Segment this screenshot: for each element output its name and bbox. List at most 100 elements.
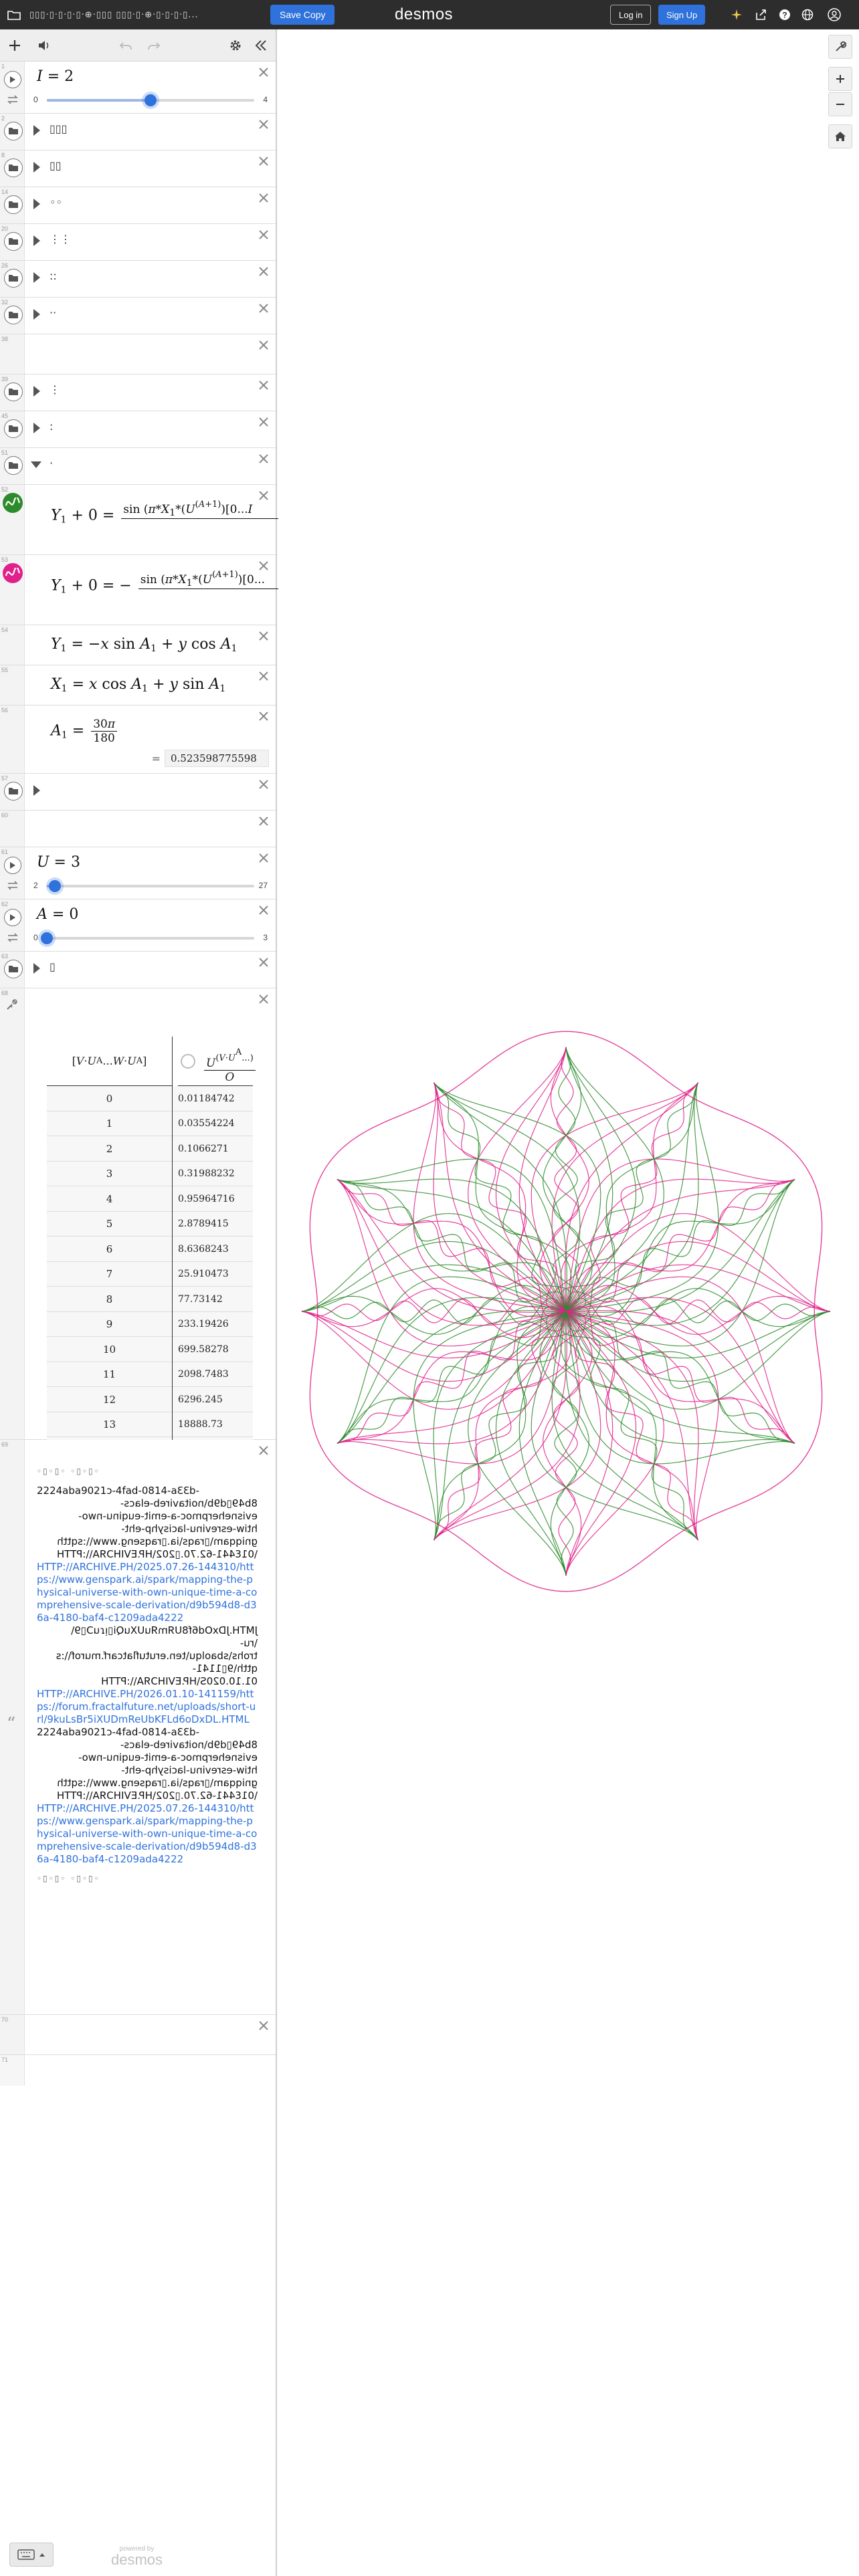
loop-icon[interactable] — [6, 95, 19, 104]
graph-list-button[interactable] — [7, 0, 21, 29]
table-cell[interactable]: 77.73142 — [178, 1287, 253, 1312]
expression-row-53[interactable]: 53 Y1 + 0 = − sin (π*X1*(U(A+1))[0... — [0, 555, 286, 625]
close-icon[interactable] — [257, 118, 270, 131]
close-icon[interactable] — [257, 669, 270, 683]
folder-row-63[interactable]: 63 ▯ — [0, 952, 276, 988]
table-row[interactable]: 10 699.58278 — [47, 1337, 253, 1362]
table-row[interactable]: 5 2.8789415 — [47, 1211, 253, 1237]
table-row[interactable]: 13 18888.73 — [47, 1412, 253, 1438]
close-icon[interactable] — [257, 815, 270, 828]
table-cell[interactable]: 5 — [47, 1211, 173, 1237]
expression-row-56[interactable]: 56 A1 = 30π 180 = 0.523598775598 — [0, 706, 276, 774]
folder-title[interactable]: :: — [50, 270, 57, 282]
table-header-col1[interactable]: U(V·UA...) O — [178, 1037, 256, 1086]
table-cell[interactable]: 25.910473 — [178, 1262, 253, 1287]
play-slider-button[interactable] — [4, 71, 21, 88]
table-row[interactable]: 2 0.1066271 — [47, 1136, 253, 1162]
table-cell[interactable]: 0.31988232 — [178, 1162, 253, 1187]
graph-color-icon-green[interactable] — [3, 493, 23, 513]
graph-title[interactable]: ▯▯▯·▯·▯·▯·▯·⊕·▯▯▯ ▯▯▯·▯·⊕·▯·▯·▯·▯... — [29, 10, 199, 20]
table-cell[interactable]: 2 — [47, 1136, 173, 1162]
graph-canvas[interactable] — [278, 29, 859, 2576]
table-row[interactable]: 8 77.73142 — [47, 1287, 253, 1312]
table-cell[interactable]: 6296.245 — [178, 1387, 253, 1412]
empty-expression-row-70[interactable]: 70 — [0, 2015, 276, 2055]
folder-title[interactable]: · — [50, 457, 53, 469]
equation-x1-rotation[interactable]: X1 = x cos A1 + y sin A1 — [51, 676, 225, 694]
table-cell[interactable]: 699.58278 — [178, 1337, 253, 1362]
folder-row-2[interactable]: 2 ▯▯▯ — [0, 114, 276, 150]
close-icon[interactable] — [257, 992, 270, 1006]
close-icon[interactable] — [257, 956, 270, 969]
signup-button[interactable]: Sign Up — [658, 5, 706, 25]
close-icon[interactable] — [257, 302, 270, 315]
table-cell[interactable]: 0.03554224 — [178, 1111, 253, 1137]
close-icon[interactable] — [257, 778, 270, 791]
table-cell[interactable]: 11 — [47, 1362, 173, 1387]
note-link-1[interactable]: HTTP://ARCHIVE.PH/2025.07.26-144310/http… — [37, 1561, 258, 1624]
undo-icon[interactable] — [118, 37, 134, 53]
table-cell[interactable]: 13 — [47, 1412, 173, 1437]
help-icon[interactable]: ? — [777, 7, 792, 22]
folder-row-51-open[interactable]: 51 · — [0, 448, 276, 485]
close-icon[interactable] — [257, 559, 270, 572]
new-expression-row-71[interactable]: 71 — [0, 2055, 276, 2086]
close-icon[interactable] — [257, 452, 270, 465]
folder-title[interactable]: ⋮ — [50, 383, 60, 396]
close-icon[interactable] — [257, 629, 270, 643]
table-row[interactable]: 11 2098.7483 — [47, 1362, 253, 1387]
expand-folder-icon[interactable] — [33, 386, 40, 397]
account-icon[interactable] — [827, 7, 842, 22]
table-cell[interactable]: 4 — [47, 1186, 173, 1212]
table-cell[interactable]: 8 — [47, 1287, 173, 1312]
empty-expression-row-60[interactable]: 60 — [0, 811, 276, 847]
note-link-2[interactable]: HTTP://ARCHIVE.PH/2026.01.10-141159/http… — [37, 1688, 258, 1726]
folder-title[interactable]: ◦◦ — [50, 196, 62, 209]
graph-color-icon-pink[interactable] — [3, 563, 23, 583]
folder-title[interactable]: ▯ — [50, 960, 56, 973]
expression-row-1[interactable]: 1 I = 2 0 4 — [0, 62, 276, 114]
table-row[interactable]: 4 0.95964716 — [47, 1186, 253, 1212]
folder-row-20[interactable]: 20 ⋮⋮ — [0, 224, 276, 261]
expand-folder-icon[interactable] — [33, 785, 40, 796]
table-cell[interactable]: 9 — [47, 1311, 173, 1337]
table-row[interactable]: 3 0.31988232 — [47, 1161, 253, 1187]
close-icon[interactable] — [257, 710, 270, 723]
keypad-toggle-button[interactable] — [9, 2543, 54, 2567]
close-icon[interactable] — [257, 1444, 270, 1457]
table-row[interactable]: 12 6296.245 — [47, 1387, 253, 1412]
equation-y1-rotation[interactable]: Y1 = −x sin A1 + y cos A1 — [51, 636, 237, 654]
table-cell[interactable]: 0.01184742 — [178, 1086, 253, 1111]
expand-folder-icon[interactable] — [33, 199, 40, 209]
folder-title[interactable]: : — [50, 420, 53, 433]
close-icon[interactable] — [257, 338, 270, 352]
table-row[interactable]: 9 233.19426 — [47, 1311, 253, 1337]
table-cell[interactable]: 0.95964716 — [178, 1186, 253, 1212]
plus-icon[interactable] — [7, 37, 23, 53]
expand-folder-icon[interactable] — [33, 272, 40, 283]
folder-title[interactable]: ⋮⋮ — [50, 233, 71, 245]
table-row[interactable]: 7 25.910473 — [47, 1261, 253, 1287]
play-slider-button[interactable] — [4, 857, 21, 874]
slider-knob[interactable] — [41, 932, 53, 944]
table-cell[interactable]: 18888.73 — [178, 1412, 253, 1438]
close-icon[interactable] — [257, 2019, 270, 2032]
folder-row-45[interactable]: 45 : — [0, 411, 276, 448]
table-cell[interactable]: 6 — [47, 1237, 173, 1262]
equation-a1[interactable]: A1 = 30π 180 — [51, 718, 119, 745]
close-icon[interactable] — [257, 851, 270, 865]
table-cell[interactable]: 0 — [47, 1086, 173, 1111]
note-text[interactable]: ◦▯◦▯◦ ◦▯◦▯◦ 2224aba9021ɔ-4fad-0814-aƐƐb-… — [37, 1459, 258, 1892]
folder-title[interactable]: ·· — [50, 306, 56, 319]
save-copy-button[interactable]: Save Copy — [270, 5, 335, 25]
table-cell[interactable]: 1 — [47, 1111, 173, 1136]
close-icon[interactable] — [257, 228, 270, 241]
table-cell[interactable]: 8.6368243 — [178, 1237, 253, 1262]
folder-row-39[interactable]: 39 ⋮ — [0, 374, 276, 411]
equation-y-plus[interactable]: Y1 + 0 = sin (π*X1*(U(A+1))[0...I — [51, 500, 282, 532]
equation-y-minus[interactable]: Y1 + 0 = − sin (π*X1*(U(A+1))[0... — [51, 570, 286, 603]
slider-knob[interactable] — [145, 94, 157, 106]
zoom-out-icon[interactable] — [828, 92, 852, 116]
table-row[interactable]: 6 8.6368243 — [47, 1237, 253, 1262]
home-icon[interactable] — [828, 124, 852, 148]
